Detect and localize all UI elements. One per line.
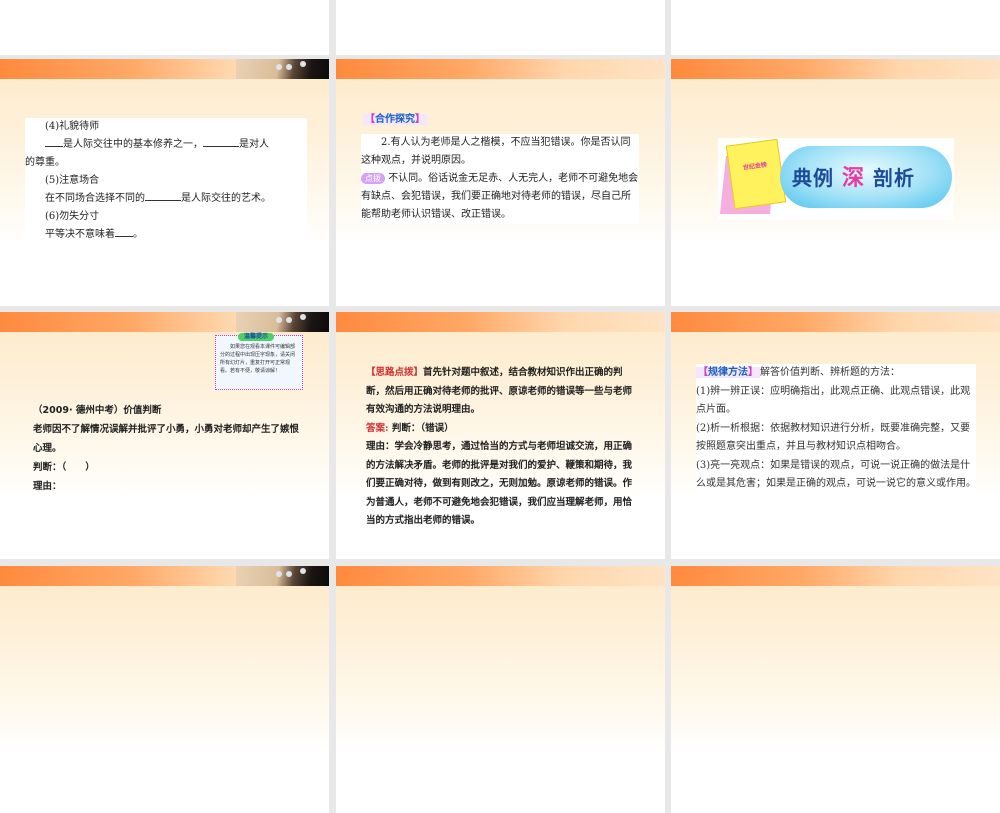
banner-photo [236,312,329,332]
slide-thumbnail-top-2[interactable] [336,0,665,55]
slide-thumbnail-top-1[interactable] [0,0,329,55]
line-5a: 在不同场合选择不同的 [45,193,145,204]
fill-in-text: (4)礼貌待师 是人际交往中的基本修养之一， 是对人 的尊重。 (5)注意场合 在… [25,118,307,244]
dianbo-badge: 点拨 [361,173,385,184]
slide-thumbnail-5[interactable]: 【思路点拨】首先针对题中叙述，结合教材知识作出正确的判断，然后用正确对待老师的批… [336,312,665,559]
reason-field: 理由： [33,481,62,492]
banner-photo [236,59,329,79]
tip-box: 温馨提示 如果您在观看本课件可编辑部分的过程中出现压字现象，请关闭所有幻灯片，重… [215,333,303,390]
title-b: 深 [841,166,865,191]
slide-banner [336,59,665,79]
method-item-3: (3)亮一亮观点：如果是错误的观点，可说一说正确的做法是什么或是其危害；如果是正… [696,459,976,490]
line-4a: 是人际交往中的基本修养之一， [63,139,203,150]
judge-field: 判断：（ ） [33,462,95,473]
slide-thumbnail-7[interactable] [0,566,329,813]
intro-text: 解答价值判断、辨析题的方法： [760,367,900,378]
slide-thumbnail-3[interactable]: 世纪金榜 典例 深 剖析 [671,59,1000,306]
answer-text: 不认同。俗话说金无足赤、人无完人，老师不可避免地会有缺点、会犯错误，我们要正确地… [361,173,639,220]
slide-banner [671,566,1000,586]
slide-thumbnail-top-3[interactable] [671,0,1000,55]
slide-thumbnail-6[interactable]: 【规律方法】 解答价值判断、辨析题的方法： (1)辨一辨正误：应明确指出，此观点正… [671,312,1000,559]
slide-thumbnail-2[interactable]: 【合作探究】 2.有人认为老师是人之楷模，不应当犯错误。你是否认同这种观点，并说… [336,59,665,306]
slide-thumbnail-9[interactable] [671,566,1000,813]
answer-judge: 判断：（错误） [391,422,454,434]
slide-banner [336,566,665,586]
method-item-1: (1)辨一辨正误：应明确指出，此观点正确、此观点错误，此观点片面。 [696,385,971,416]
slide-banner [0,566,329,586]
slide-thumbnail-4[interactable]: 温馨提示 如果您在观看本课件可编辑部分的过程中出现压字现象，请关闭所有幻灯片，重… [0,312,329,559]
title-graphic: 世纪金榜 典例 深 剖析 [718,138,954,220]
book-icon: 世纪金榜 [725,138,787,210]
slide-banner [0,312,329,332]
slide-banner [671,59,1000,79]
heading-5: (5)注意场合 [45,175,100,186]
slide-banner [336,312,665,332]
question-text: 老师因不了解情况误解并批评了小勇，小勇对老师却产生了嫉恨心理。 [33,424,300,454]
hint-label: 【思路点拨】 [366,367,424,378]
slide-banner [671,312,1000,332]
slide-banner [0,59,329,79]
heading-6: (6)勿失分寸 [45,211,100,222]
title-c: 剖析 [872,166,915,190]
question-source: （2009· 德州中考）价值判断 [33,405,162,416]
answer-label: 答案: [366,422,389,434]
line-4b: 是对人 [239,139,269,150]
question-text: 2.有人认为老师是人之楷模，不应当犯错误。你是否认同这种观点，并说明原因。 点拨… [361,134,639,224]
section-tag: 【合作探究】 [363,114,427,125]
line-6a: 平等决不意味着 [45,229,115,240]
line-6b: 。 [133,229,143,240]
slide-thumbnail-1[interactable]: (4)礼貌待师 是人际交往中的基本修养之一， 是对人 的尊重。 (5)注意场合 在… [0,59,329,306]
line-5b: 是人际交往的艺术。 [181,193,271,204]
title-a: 典例 [792,166,834,190]
slide-thumbnail-8[interactable] [336,566,665,813]
line-4c: 的尊重。 [25,157,65,168]
answer-reason: 理由：学会冷静思考，通过恰当的方式与老师坦诚交流，用正确的方法解决矛盾。老师的批… [366,441,633,526]
banner-photo [236,566,329,586]
section-tag: 【规律方法】 [696,367,760,378]
heading-4: (4)礼貌待师 [45,121,100,132]
method-item-2: (2)析一析根据：依据教材知识进行分析，既要准确完整，又要按照题意突出重点，并且… [696,422,971,453]
